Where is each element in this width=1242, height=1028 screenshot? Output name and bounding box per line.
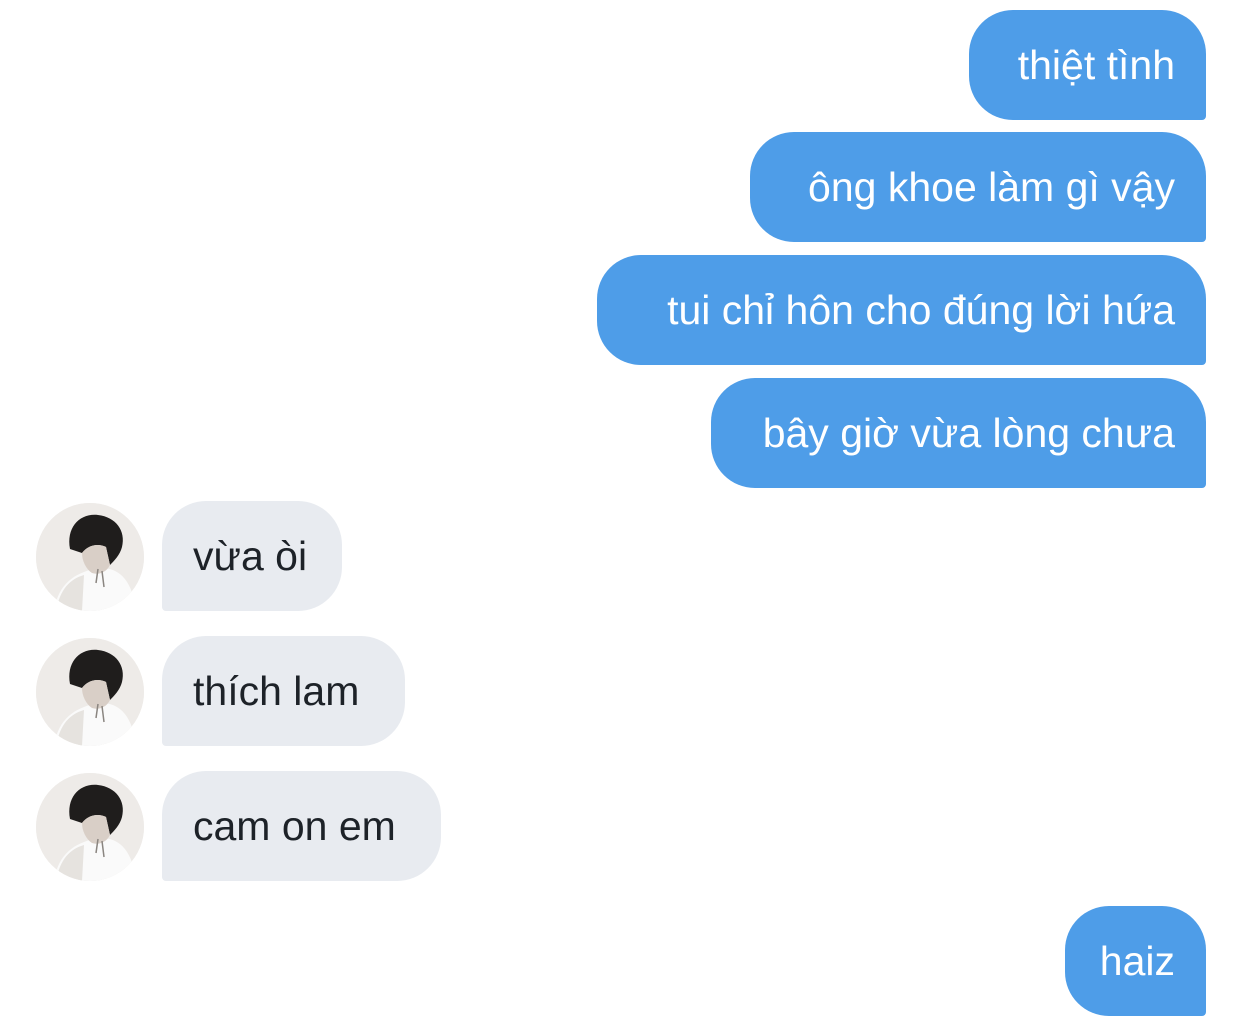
incoming-message-bubble[interactable]: thích lam bbox=[162, 636, 405, 746]
outgoing-message-bubble[interactable]: bây giờ vừa lòng chưa bbox=[711, 378, 1206, 488]
user-photo-avatar-icon bbox=[36, 638, 144, 746]
contact-avatar[interactable] bbox=[36, 773, 144, 881]
outgoing-message-bubble[interactable]: haiz bbox=[1065, 906, 1206, 1016]
contact-avatar[interactable] bbox=[36, 638, 144, 746]
outgoing-message-bubble[interactable]: thiệt tình bbox=[969, 10, 1206, 120]
user-photo-avatar-icon bbox=[36, 503, 144, 611]
incoming-message-bubble[interactable]: vừa òi bbox=[162, 501, 342, 611]
user-photo-avatar-icon bbox=[36, 773, 144, 881]
incoming-message-bubble[interactable]: cam on em bbox=[162, 771, 441, 881]
outgoing-message-bubble[interactable]: tui chỉ hôn cho đúng lời hứa bbox=[597, 255, 1206, 365]
outgoing-message-bubble[interactable]: ông khoe làm gì vậy bbox=[750, 132, 1206, 242]
contact-avatar[interactable] bbox=[36, 503, 144, 611]
